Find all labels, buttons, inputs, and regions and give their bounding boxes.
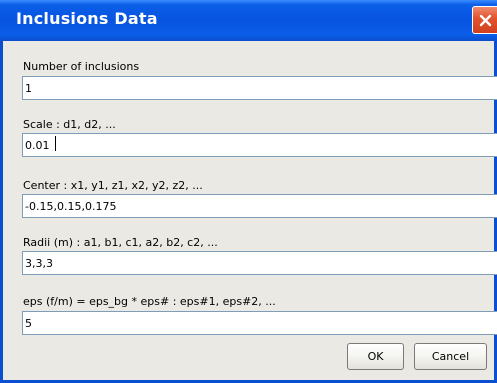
text-cursor [55, 136, 56, 151]
ok-button[interactable]: OK [347, 343, 404, 370]
close-icon [479, 14, 492, 27]
title-bar[interactable]: Inclusions Data [0, 0, 497, 41]
window-title: Inclusions Data [16, 9, 158, 28]
scale-label: Scale : d1, d2, ... [23, 118, 116, 131]
eps-input[interactable] [22, 311, 497, 335]
number-of-inclusions-input[interactable] [22, 76, 497, 100]
center-input[interactable] [22, 194, 497, 218]
dialog-body: Number of inclusions Scale : d1, d2, ...… [3, 41, 497, 380]
close-button[interactable] [472, 6, 497, 34]
radii-input[interactable] [22, 251, 497, 275]
inclusions-dialog: Inclusions Data Number of inclusions Sca… [0, 0, 497, 383]
number-of-inclusions-label: Number of inclusions [23, 60, 140, 73]
scale-input[interactable] [22, 133, 497, 157]
center-label: Center : x1, y1, z1, x2, y2, z2, ... [23, 179, 203, 192]
radii-label: Radii (m) : a1, b1, c1, a2, b2, c2, ... [23, 236, 218, 249]
cancel-button[interactable]: Cancel [414, 343, 487, 370]
eps-label: eps (f/m) = eps_bg * eps# : eps#1, eps#2… [23, 295, 276, 308]
